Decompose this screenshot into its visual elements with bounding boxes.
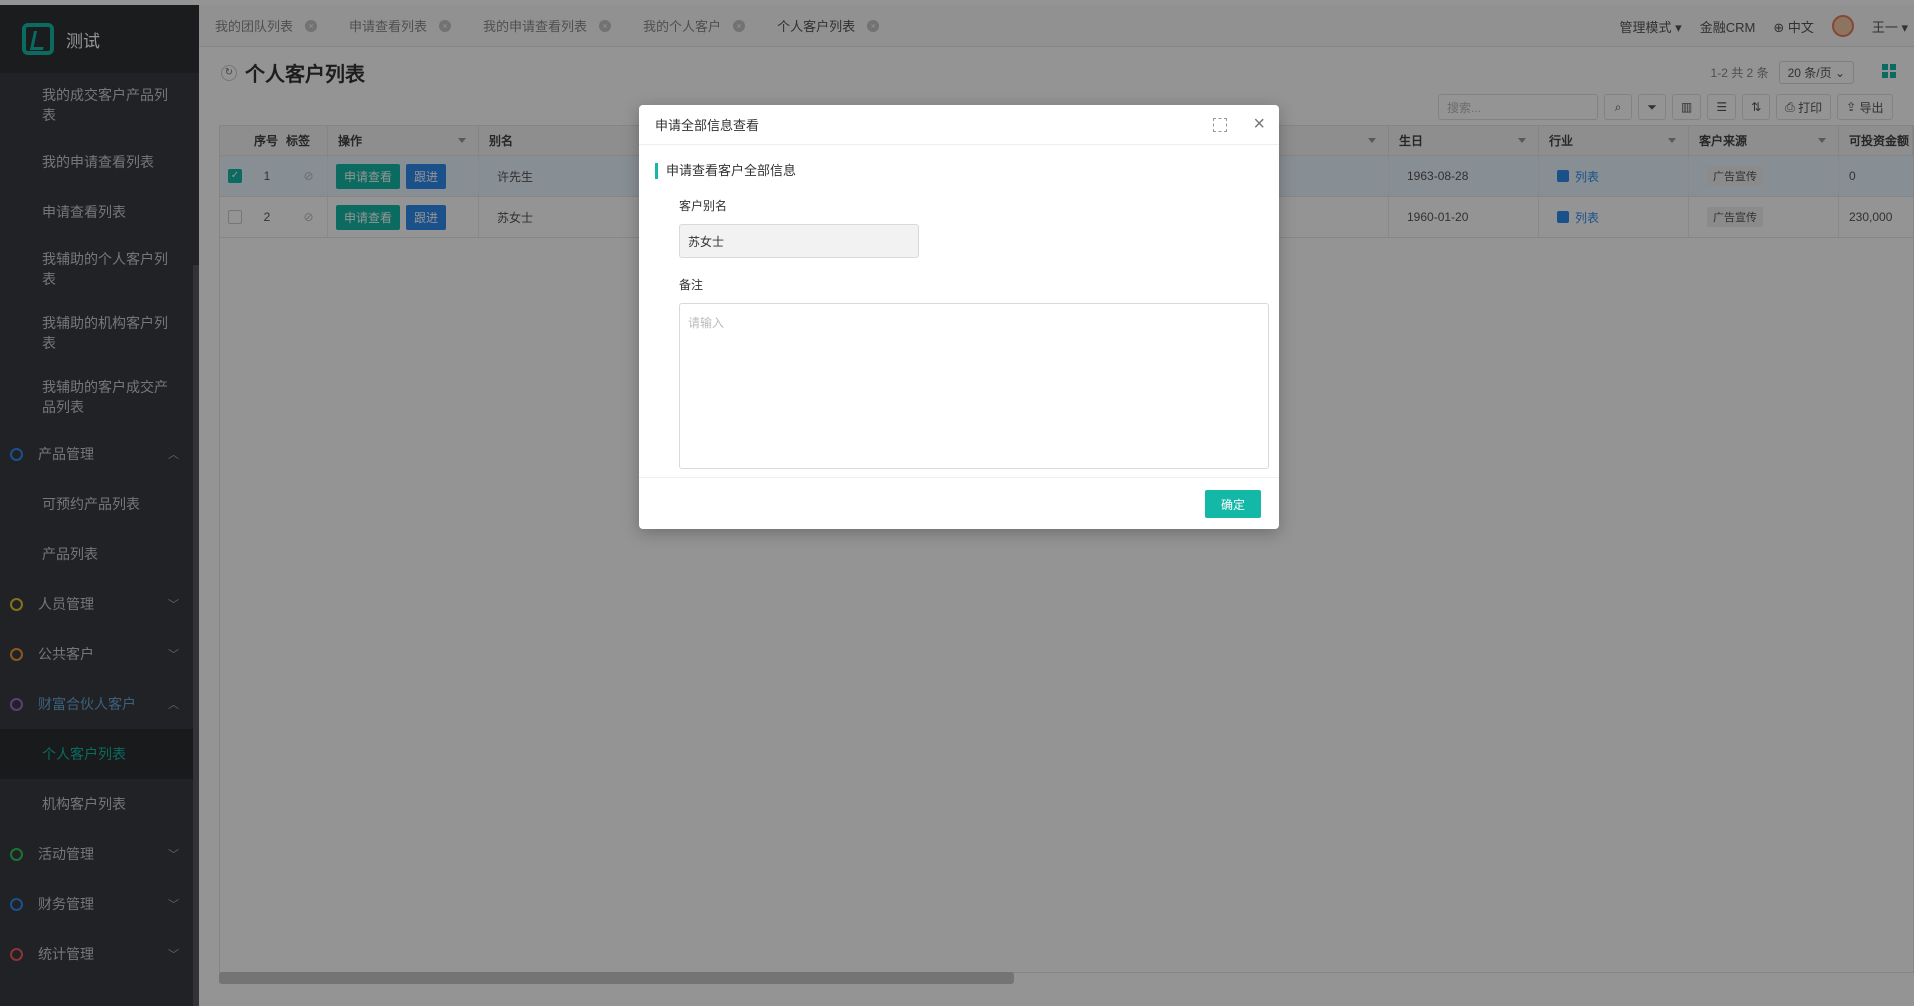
fullscreen-icon[interactable]: [1213, 118, 1227, 132]
modal-footer: 确定: [639, 477, 1279, 529]
section-title: 申请查看客户全部信息: [655, 163, 1279, 179]
remark-textarea[interactable]: 请输入: [679, 303, 1269, 469]
modal-title: 申请全部信息查看: [655, 118, 760, 133]
remark-label: 备注: [679, 278, 704, 292]
confirm-button[interactable]: 确定: [1205, 490, 1261, 518]
alias-field[interactable]: 苏女士: [679, 224, 919, 258]
close-icon[interactable]: ×: [1253, 113, 1265, 136]
apply-view-modal: 申请全部信息查看 × 申请查看客户全部信息 客户别名 苏女士 备注 请输入 确定: [639, 105, 1279, 529]
alias-label: 客户别名: [679, 199, 728, 213]
modal-header: 申请全部信息查看 ×: [639, 105, 1279, 145]
